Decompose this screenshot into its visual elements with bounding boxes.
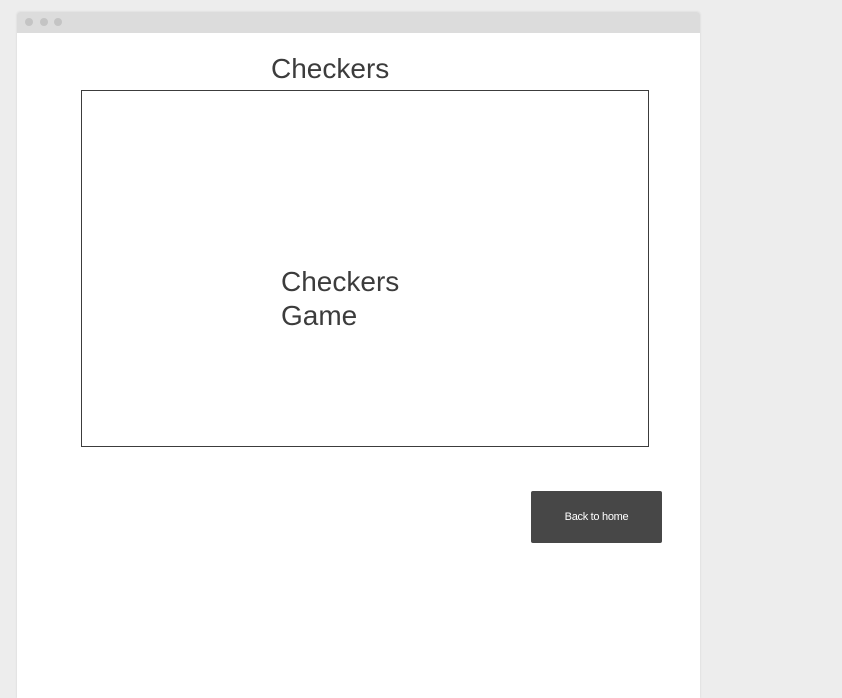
game-placeholder-label: Checkers Game [281, 265, 399, 333]
page-title: Checkers [271, 53, 390, 84]
back-to-home-button[interactable]: Back to home [531, 491, 662, 543]
browser-window: Checkers Checkers Game Back to home [17, 12, 700, 698]
window-control-dot-icon [54, 18, 62, 26]
window-titlebar [17, 12, 700, 33]
game-label-line2: Game [281, 300, 358, 331]
checkers-game-board[interactable]: Checkers Game [81, 90, 649, 447]
game-label-line1: Checkers [281, 266, 400, 297]
window-control-dot-icon [40, 18, 48, 26]
window-control-dot-icon [25, 18, 33, 26]
